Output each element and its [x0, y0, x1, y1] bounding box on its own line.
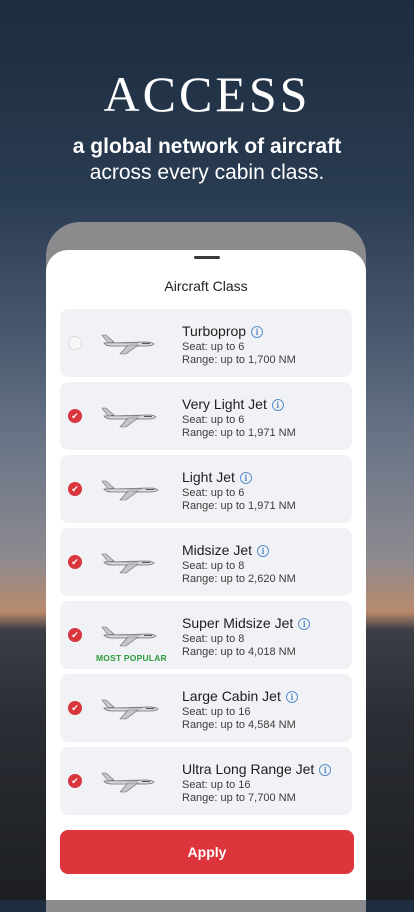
sheet-drag-handle[interactable]	[194, 256, 220, 259]
range-info: Range: up to 2,620 NM	[182, 573, 296, 585]
check-icon[interactable]: ✔	[68, 409, 82, 423]
jet-icon	[100, 765, 168, 795]
seat-capacity: Seat: up to 6	[182, 487, 245, 499]
info-icon[interactable]: i	[271, 399, 284, 412]
range-info: Range: up to 1,700 NM	[182, 354, 296, 366]
info-icon[interactable]: i	[239, 472, 252, 485]
aircraft-name-text: Super Midsize Jet	[182, 615, 294, 631]
jet-icon	[100, 327, 168, 357]
range-info: Range: up to 4,018 NM	[182, 646, 296, 658]
check-icon[interactable]: ✔	[68, 701, 82, 715]
aircraft-name-text: Light Jet	[182, 469, 235, 485]
range-info: Range: up to 1,971 NM	[182, 500, 296, 512]
aircraft-class-card[interactable]: ✔ Midsize Jet i Seat: up to 8 Range: up to …	[60, 528, 352, 596]
aircraft-class-card[interactable]: ✔ Ultra Long Range Jet i Seat: up to 16 Ran…	[60, 747, 352, 815]
aircraft-class-card[interactable]: ✔ Large Cabin Jet i Seat: up to 16 Range: u…	[60, 674, 352, 742]
aircraft-class-card[interactable]: Turboprop i Seat: up to 6 Range: up to 1,70…	[60, 309, 352, 377]
aircraft-name: Ultra Long Range Jet i	[182, 761, 332, 777]
range-info: Range: up to 7,700 NM	[182, 792, 296, 804]
jet-icon	[100, 619, 168, 649]
hero-subtitle-bold: a global network of aircraft	[72, 135, 342, 158]
aircraft-name: Very Light Jet i	[182, 396, 284, 412]
hero-title: ACCESS	[103, 66, 311, 122]
hero-subtitle: a global network of aircraft across ever…	[0, 134, 414, 186]
check-icon[interactable]: ✔	[68, 555, 82, 569]
seat-capacity: Seat: up to 16	[182, 779, 251, 791]
jet-icon	[100, 400, 168, 430]
aircraft-name-text: Turboprop	[182, 323, 247, 339]
check-icon[interactable]: ✔	[68, 628, 82, 642]
info-icon[interactable]: i	[285, 691, 298, 704]
check-icon[interactable]: ✔	[68, 774, 82, 788]
jet-icon	[100, 473, 168, 503]
info-icon[interactable]: i	[319, 764, 332, 777]
aircraft-name-text: Ultra Long Range Jet	[182, 761, 315, 777]
aircraft-class-card[interactable]: ✔ Very Light Jet i Seat: up to 6 Range: up …	[60, 382, 352, 450]
aircraft-class-sheet: Aircraft Class Turboprop i Seat: up to 6 Ra…	[46, 250, 366, 900]
info-icon[interactable]: i	[298, 618, 311, 631]
seat-capacity: Seat: up to 6	[182, 414, 245, 426]
jet-icon	[100, 692, 168, 722]
seat-capacity: Seat: up to 16	[182, 706, 251, 718]
aircraft-class-card[interactable]: ✔ Super Midsize Jet i Seat: up to 8 Range: …	[60, 601, 352, 669]
aircraft-name-text: Large Cabin Jet	[182, 688, 281, 704]
check-icon[interactable]: ✔	[68, 482, 82, 496]
seat-capacity: Seat: up to 8	[182, 560, 245, 572]
hero-subtitle-rest: across every cabin class.	[89, 161, 325, 184]
range-info: Range: up to 4,584 NM	[182, 719, 296, 731]
aircraft-name-text: Very Light Jet	[182, 396, 267, 412]
seat-capacity: Seat: up to 6	[182, 341, 245, 353]
hero: ACCESS a global network of aircraft acro…	[0, 0, 414, 186]
jet-icon	[100, 546, 168, 576]
aircraft-name: Super Midsize Jet i	[182, 615, 311, 631]
aircraft-class-card[interactable]: ✔ Light Jet i Seat: up to 6 Range: up to 1,…	[60, 455, 352, 523]
seat-capacity: Seat: up to 8	[182, 633, 245, 645]
sheet-title: Aircraft Class	[164, 278, 248, 294]
info-icon[interactable]: i	[257, 545, 270, 558]
unchecked-radio[interactable]	[68, 336, 82, 350]
aircraft-name: Large Cabin Jet i	[182, 688, 298, 704]
aircraft-name-text: Midsize Jet	[182, 542, 253, 558]
range-info: Range: up to 1,971 NM	[182, 427, 296, 439]
info-icon[interactable]: i	[251, 326, 264, 339]
apply-button[interactable]: Apply	[60, 830, 354, 874]
aircraft-name: Midsize Jet i	[182, 542, 270, 558]
aircraft-name: Turboprop i	[182, 323, 264, 339]
most-popular-badge: MOST POPULAR	[96, 653, 167, 663]
aircraft-name: Light Jet i	[182, 469, 252, 485]
